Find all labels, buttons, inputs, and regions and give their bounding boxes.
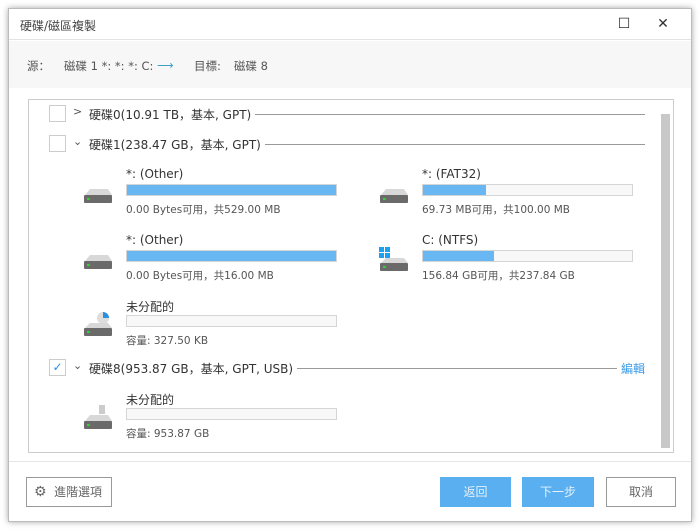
partition-info: 容量: 953.87 GB <box>126 428 210 440</box>
back-button[interactable]: 返回 <box>440 477 511 507</box>
usage-fill <box>423 185 486 195</box>
maximize-button[interactable]: ☐ <box>614 14 634 34</box>
partition-name: 未分配的 <box>126 300 175 314</box>
hdd-icon <box>378 181 410 207</box>
usb-drive-icon <box>82 405 114 431</box>
partition-item[interactable]: *: (Other) 0.00 Bytes可用，共16.00 MB <box>84 233 341 283</box>
partition-info: 容量: 327.50 KB <box>126 335 209 347</box>
usage-bar <box>422 250 633 262</box>
target-label: 目標: <box>194 59 221 73</box>
unallocated-hdd-icon <box>82 312 114 338</box>
disk-checkbox[interactable] <box>49 135 66 152</box>
title-bar: 硬碟/磁區複製 ☐ ✕ <box>9 9 691 40</box>
cancel-button[interactable]: 取消 <box>606 477 676 507</box>
disk-label: 硬碟8(953.87 GB，基本, GPT, USB) <box>89 360 298 377</box>
usage-fill <box>423 251 495 261</box>
chevron-right-icon[interactable]: > <box>73 105 82 118</box>
usage-fill <box>127 185 336 195</box>
disk-label: 硬碟0(10.91 TB，基本, GPT) <box>89 106 256 123</box>
next-button[interactable]: 下一步 <box>522 477 594 507</box>
partition-name: 未分配的 <box>126 393 175 407</box>
partition-item[interactable]: 未分配的容量: 953.87 GB <box>84 391 341 441</box>
clone-summary: 源： 磁碟 1 *: *: *: C: ⟶ 目標: 磁碟 8 <box>9 41 691 88</box>
partition-item[interactable]: C: (NTFS) 156.84 GB可用，共237.84 GB <box>379 233 637 283</box>
advanced-options-button[interactable]: ⚙ 進階選項 <box>26 477 112 507</box>
close-button[interactable]: ✕ <box>653 14 673 34</box>
disk-clone-window: 硬碟/磁區複製 ☐ ✕ 源： 磁碟 1 *: *: *: C: ⟶ 目標: 磁碟… <box>8 8 692 522</box>
disk-row-8[interactable]: ✓ ⌄ 硬碟8(953.87 GB，基本, GPT, USB) 編輯 <box>49 358 645 378</box>
source-value: 磁碟 1 *: *: *: C: <box>64 59 154 73</box>
disk-row-1[interactable]: ⌄ 硬碟1(238.47 GB，基本, GPT) <box>49 134 645 154</box>
usage-bar <box>126 184 337 196</box>
usage-bar <box>126 408 337 420</box>
partition-info: 156.84 GB可用，共237.84 GB <box>422 270 575 282</box>
arrow-icon: ⟶ <box>157 58 174 72</box>
partition-info: 69.73 MB可用，共100.00 MB <box>422 204 570 216</box>
disk-checkbox[interactable] <box>49 105 66 122</box>
gear-icon: ⚙ <box>34 484 47 500</box>
partition-item[interactable]: *: (Other) 0.00 Bytes可用，共529.00 MB <box>84 167 341 217</box>
usage-fill <box>127 251 336 261</box>
partition-name: *: (Other) <box>126 167 184 181</box>
edit-link[interactable]: 編輯 <box>616 360 645 377</box>
partition-info: 0.00 Bytes可用，共529.00 MB <box>126 204 281 216</box>
chevron-down-icon[interactable]: ⌄ <box>73 135 82 148</box>
hdd-icon <box>82 181 114 207</box>
source-label: 源： <box>27 59 50 73</box>
partition-name: *: (Other) <box>126 233 184 247</box>
chevron-down-icon[interactable]: ⌄ <box>73 359 82 372</box>
partition-name: *: (FAT32) <box>422 167 481 181</box>
scrollbar[interactable] <box>661 114 670 448</box>
partition-info: 0.00 Bytes可用，共16.00 MB <box>126 270 274 282</box>
partition-name: C: (NTFS) <box>422 233 479 247</box>
usage-bar <box>422 184 633 196</box>
target-value: 磁碟 8 <box>234 59 268 73</box>
window-title: 硬碟/磁區複製 <box>20 19 97 33</box>
partition-item[interactable]: 未分配的容量: 327.50 KB <box>84 298 341 348</box>
advanced-label: 進階選項 <box>53 485 102 499</box>
disk-checkbox-checked[interactable]: ✓ <box>49 359 66 376</box>
partition-item[interactable]: *: (FAT32) 69.73 MB可用，共100.00 MB <box>380 167 637 217</box>
footer-divider <box>9 461 691 462</box>
disk-label: 硬碟1(238.47 GB，基本, GPT) <box>89 136 265 153</box>
hdd-icon <box>82 247 114 273</box>
usage-bar <box>126 250 337 262</box>
windows-hdd-icon <box>378 247 410 273</box>
disk-row-0[interactable]: > 硬碟0(10.91 TB，基本, GPT) <box>49 104 645 124</box>
disk-list: > 硬碟0(10.91 TB，基本, GPT) ⌄ 硬碟1(238.47 GB，… <box>28 99 674 453</box>
usage-bar <box>126 315 337 327</box>
